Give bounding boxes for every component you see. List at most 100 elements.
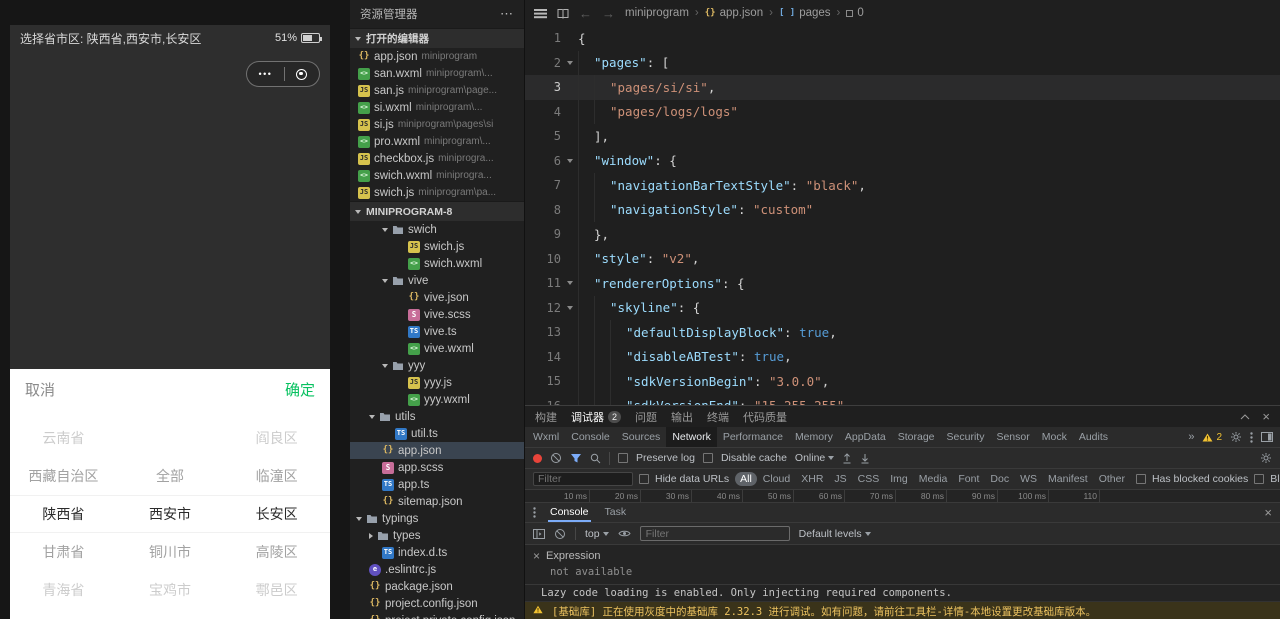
console-filter-input[interactable] [639,526,790,541]
tree-item[interactable]: TS index.d.ts [350,544,524,561]
search-icon[interactable] [590,453,601,464]
picker-cancel-button[interactable]: 取消 [25,379,55,400]
import-har-icon[interactable] [842,452,852,464]
devtools-tab-sensor[interactable]: Sensor [990,427,1035,447]
open-editor-item[interactable]: JS si.js miniprogram\pages\si [350,116,524,133]
breadcrumb-item[interactable]: [ ] pages [779,7,831,19]
code-line[interactable]: 10 "style": "v2", [525,246,1280,271]
exit-circle-icon[interactable] [296,68,308,80]
tree-item[interactable]: {} app.json [350,442,524,459]
tree-item[interactable]: yyy [350,357,524,374]
network-filter-input[interactable] [533,472,633,486]
open-editor-item[interactable]: <> swich.wxml miniprogra... [350,167,524,184]
tree-item[interactable]: types [350,527,524,544]
open-editor-item[interactable]: {} app.json miniprogram [350,48,524,65]
open-editor-item[interactable]: JS san.js miniprogram\page... [350,82,524,99]
devtools-tab-wxml[interactable]: Wxml [527,427,565,447]
open-editor-item[interactable]: <> san.wxml miniprogram\... [350,65,524,82]
console-drawer-tab-console[interactable]: Console [548,503,591,522]
outline-book-icon[interactable] [557,8,569,19]
picker-row[interactable]: 西藏自治区 全部 临潼区 [10,457,330,495]
close-drawer-icon[interactable]: × [1264,506,1272,519]
code-line[interactable]: 3 "pages/si/si", [525,75,1280,100]
drawer-kebab-icon[interactable] [533,507,536,518]
back-icon[interactable]: ← [579,7,592,20]
picker-option[interactable]: 云南省 [10,428,117,448]
remove-expression-icon[interactable]: × [533,550,540,562]
tree-item[interactable]: Sapp.scss [350,459,524,476]
tree-item[interactable]: <> vive.wxml [350,340,524,357]
console-sidebar-icon[interactable] [533,528,545,539]
tree-item[interactable]: utils [350,408,524,425]
devtools-tab-sources[interactable]: Sources [616,427,667,447]
picker-option[interactable]: 宝鸡市 [117,580,224,600]
code-line[interactable]: 16"sdkVersionEnd": "15.255.255", [525,393,1280,405]
code-line[interactable]: 7 "navigationBarTextStyle": "black", [525,173,1280,198]
filter-pill-xhr[interactable]: XHR [796,472,828,486]
tree-item[interactable]: vive [350,272,524,289]
filter-pill-ws[interactable]: WS [1015,472,1042,486]
more-actions-icon[interactable]: ⋯ [500,7,514,20]
tree-item[interactable]: JS yyy.js [350,374,524,391]
open-editor-item[interactable]: JS swich.js miniprogram\pa... [350,184,524,201]
filter-pill-manifest[interactable]: Manifest [1043,472,1093,486]
code-line[interactable]: 4 "pages/logs/logs" [525,99,1280,124]
warning-count-badge[interactable]: 2 [1202,432,1222,443]
devtools-tab-audits[interactable]: Audits [1073,427,1114,447]
tree-item[interactable]: {} sitemap.json [350,493,524,510]
code-line[interactable]: 6 "window": { [525,148,1280,173]
code-line[interactable]: 5], [525,124,1280,149]
throttling-dropdown[interactable]: Online [795,452,835,464]
picker-row[interactable]: 云南省 阎良区 [10,419,330,457]
code-line[interactable]: 14 "disableABTest": true, [525,344,1280,369]
filter-pill-css[interactable]: CSS [853,472,885,486]
disable-cache-checkbox[interactable] [702,453,713,463]
picker-option[interactable]: 临潼区 [223,466,330,486]
tree-item[interactable]: swich [350,221,524,238]
settings-gear-icon[interactable] [1230,431,1242,443]
hide-data-urls-checkbox[interactable] [639,474,649,484]
panel-tab-problems[interactable]: 问题 [635,409,657,425]
open-editors-header[interactable]: 打开的编辑器 [350,28,524,48]
picker-row[interactable]: 甘肃省 铜川市 高陵区 [10,533,330,571]
capsule-menu[interactable]: ••• [246,61,320,87]
picker-option[interactable]: 甘肃省 [10,542,117,562]
code-line[interactable]: 2 "pages": [ [525,50,1280,75]
picker-option[interactable]: 长安区 [223,504,330,524]
panel-tab-output[interactable]: 输出 [671,409,693,425]
tree-item[interactable]: typings [350,510,524,527]
devtools-tab-performance[interactable]: Performance [717,427,789,447]
export-har-icon[interactable] [860,453,870,464]
code-line[interactable]: 15 "sdkVersionBegin": "3.0.0", [525,369,1280,394]
tree-item[interactable]: TS util.ts [350,425,524,442]
overflow-chevron-icon[interactable]: » [1188,431,1194,443]
devtools-tab-storage[interactable]: Storage [892,427,941,447]
dock-side-icon[interactable] [1261,432,1273,442]
filter-pill-cloud[interactable]: Cloud [758,472,795,486]
filter-pill-js[interactable]: JS [829,472,851,486]
clear-console-icon[interactable] [554,528,566,540]
tree-item[interactable]: TS app.ts [350,476,524,493]
filter-pill-other[interactable]: Other [1094,472,1130,486]
breadcrumb-item[interactable]: 0 [846,7,864,19]
menu-icon[interactable] [534,8,547,18]
kebab-menu-icon[interactable] [1250,431,1253,443]
tree-item[interactable]: {} vive.json [350,289,524,306]
picker-option[interactable]: 阎良区 [223,428,330,448]
record-button[interactable] [533,453,542,463]
breadcrumb-item[interactable]: miniprogram [625,7,689,19]
filter-pill-img[interactable]: Img [885,472,913,486]
close-panel-icon[interactable]: × [1262,410,1270,423]
open-editor-item[interactable]: <> si.wxml miniprogram\... [350,99,524,116]
panel-tab-code-quality[interactable]: 代码质量 [743,409,787,425]
project-header[interactable]: MINIPROGRAM-8 [350,201,524,221]
tree-item[interactable]: {} package.json [350,578,524,595]
devtools-tab-mock[interactable]: Mock [1036,427,1073,447]
filter-pill-font[interactable]: Font [953,472,984,486]
devtools-tab-security[interactable]: Security [941,427,991,447]
tree-item[interactable]: <> yyy.wxml [350,391,524,408]
collapse-panel-icon[interactable] [1240,413,1250,420]
more-icon[interactable]: ••• [259,69,273,79]
panel-tab-terminal[interactable]: 终端 [707,409,729,425]
log-levels-dropdown[interactable]: Default levels [799,528,871,540]
